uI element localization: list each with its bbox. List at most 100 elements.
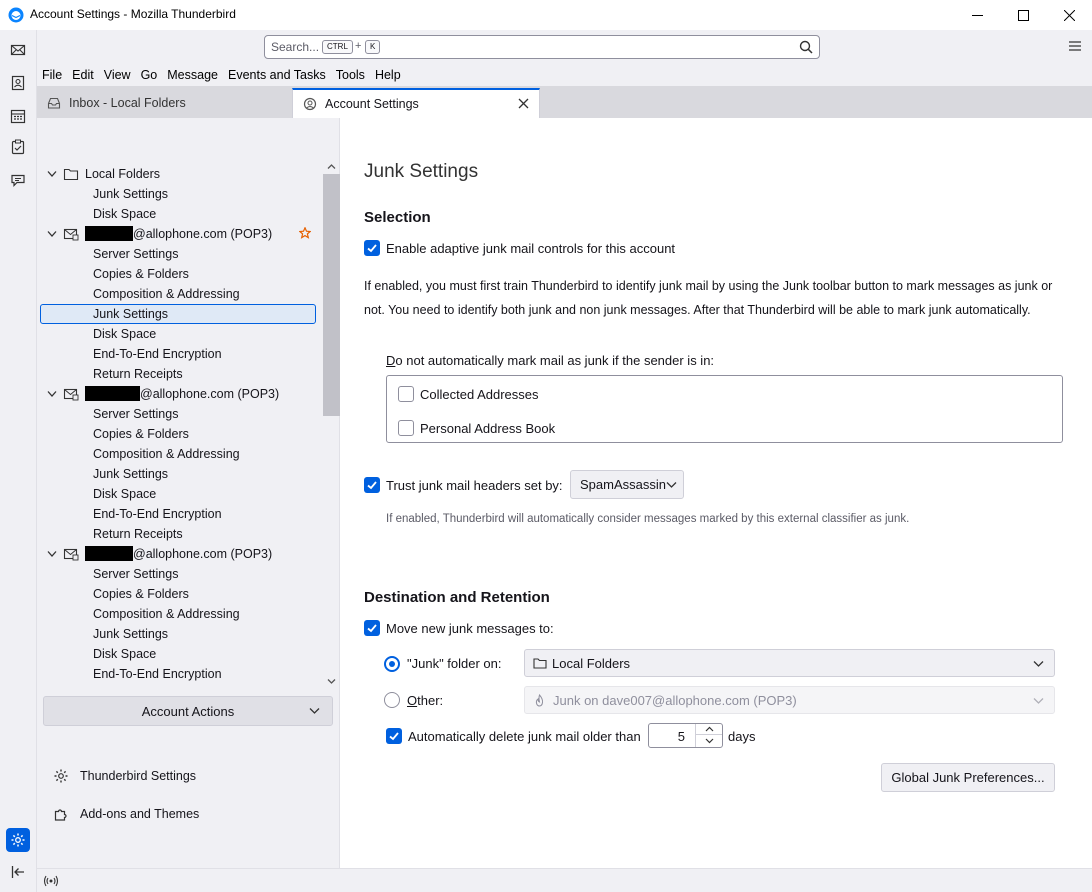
tree-item-copies-folders[interactable]: Copies & Folders [37,264,323,284]
auto-delete-days-input[interactable]: 5 [648,723,723,748]
tree-item-copies-folders[interactable]: Copies & Folders [37,584,323,604]
tree-item-disk-space[interactable]: Disk Space [37,644,323,664]
tree-item-label: Junk Settings [93,627,169,641]
global-junk-preferences-button[interactable]: Global Junk Preferences... [881,763,1055,792]
collected-addresses-label[interactable]: Collected Addresses [420,387,539,402]
personal-address-book-label[interactable]: Personal Address Book [420,421,555,436]
address-book-icon [11,75,25,91]
tree-item-junk-settings[interactable]: Junk Settings [37,624,323,644]
close-window-button[interactable] [1046,0,1092,30]
move-junk-label[interactable]: Move new junk messages to: [386,621,554,636]
tree-item-end-to-end-encryption[interactable]: End-To-End Encryption [37,504,323,524]
other-folder-label[interactable]: Other: [407,693,443,708]
whitelist-label-text: o not automatically mark mail as junk if… [395,353,715,368]
junk-folder-label[interactable]: "Junk" folder on: [407,656,502,671]
collapse-spaces-button[interactable] [6,860,30,884]
other-folder-value: Junk on dave007@allophone.com (POP3) [553,692,797,708]
tree-account-3[interactable]: @allophone.com (POP3) [37,544,323,564]
tree-item-end-to-end-encryption[interactable]: End-To-End Encryption [37,664,323,684]
menu-message[interactable]: Message [167,64,218,86]
unified-toolbar: Search... CTRL + K [37,30,1092,64]
trust-headers-checkbox[interactable] [364,477,380,493]
settings-space-button[interactable] [6,828,30,852]
tree-item-disk-space[interactable]: Disk Space [37,204,323,224]
menu-file[interactable]: File [42,64,62,86]
addons-link[interactable]: Add-ons and Themes [53,804,199,824]
tree-item-end-to-end-encryption[interactable]: End-To-End Encryption [37,344,323,364]
tree-item-junk-settings[interactable]: Junk Settings [40,304,316,324]
address-book-space-button[interactable] [6,71,30,95]
tasks-space-button[interactable] [6,135,30,159]
calendar-space-button[interactable] [6,104,30,128]
tab-account-settings[interactable]: Account Settings [292,88,540,118]
menu-events-and-tasks[interactable]: Events and Tasks [228,64,326,86]
status-bar [37,868,1092,892]
chat-space-button[interactable] [6,168,30,192]
tree-item-label: Return Receipts [93,527,183,541]
collected-addresses-checkbox[interactable] [398,386,414,402]
tree-account-local-folders[interactable]: Local Folders [37,164,323,184]
twisty-expanded-icon[interactable] [47,230,57,238]
other-folder-radio[interactable] [384,692,400,708]
tree-item-disk-space[interactable]: Disk Space [37,484,323,504]
scrollbar-thumb[interactable] [323,174,340,416]
twisty-expanded-icon[interactable] [47,170,57,178]
account-actions-button[interactable]: Account Actions [43,696,333,726]
addons-label: Add-ons and Themes [80,807,200,821]
tree-item-copies-folders[interactable]: Copies & Folders [37,424,323,444]
menu-view[interactable]: View [104,64,131,86]
search-icon[interactable] [799,40,813,54]
minimize-button[interactable] [954,0,1000,30]
auto-delete-label[interactable]: Automatically delete junk mail older tha… [408,729,641,744]
enable-adaptive-label[interactable]: Enable adaptive junk mail controls for t… [386,241,675,256]
twisty-expanded-icon[interactable] [47,550,57,558]
mail-account-icon [63,228,79,241]
junk-folder-radio[interactable] [384,656,400,672]
tree-item-server-settings[interactable]: Server Settings [37,244,323,264]
online-status-icon[interactable] [43,874,59,888]
mail-space-button[interactable] [6,38,30,62]
tree-item-disk-space[interactable]: Disk Space [37,324,323,344]
thunderbird-settings-link[interactable]: Thunderbird Settings [53,766,196,786]
move-junk-checkbox[interactable] [364,620,380,636]
trust-headers-label[interactable]: Trust junk mail headers set by: [386,478,563,493]
tree-item-composition-addressing[interactable]: Composition & Addressing [37,284,323,304]
tree-item-junk-settings[interactable]: Junk Settings [37,464,323,484]
other-folder-select[interactable]: Junk on dave007@allophone.com (POP3) [524,686,1055,714]
tree-item-composition-addressing[interactable]: Composition & Addressing [37,444,323,464]
decrement-button[interactable] [696,735,722,746]
hamburger-menu-icon[interactable] [1068,39,1082,53]
enable-adaptive-checkbox[interactable] [364,240,380,256]
tree-item-return-receipts[interactable]: Return Receipts [37,364,323,384]
tree-item-label: Junk Settings [93,187,169,201]
menu-tools[interactable]: Tools [336,64,365,86]
scroll-up-icon[interactable] [327,162,336,171]
address-book-list: Collected Addresses Personal Address Boo… [386,375,1063,443]
twisty-expanded-icon[interactable] [47,390,57,398]
junk-folder-select[interactable]: Local Folders [524,649,1055,677]
tree-account-2[interactable]: @allophone.com (POP3) [37,384,323,404]
tree-item-server-settings[interactable]: Server Settings [37,564,323,584]
tree-account-1[interactable]: @allophone.com (POP3) [37,224,323,244]
scroll-down-icon[interactable] [327,677,336,686]
tree-item-server-settings[interactable]: Server Settings [37,404,323,424]
increment-button[interactable] [696,724,722,735]
tree-item-return-receipts[interactable]: Return Receipts [37,524,323,544]
tree-item-label: Disk Space [93,487,157,501]
chevron-down-icon [666,482,677,488]
account-tree-pane: Local Folders Junk Settings Disk Space @all… [37,118,340,868]
tree-item-return-receipts[interactable]: Return Receipts [37,684,323,688]
account-tree-scrollbar[interactable] [323,160,340,688]
close-tab-icon[interactable] [518,98,529,109]
tree-item-composition-addressing[interactable]: Composition & Addressing [37,604,323,624]
maximize-button[interactable] [1000,0,1046,30]
auto-delete-checkbox[interactable] [386,728,402,744]
personal-address-book-checkbox[interactable] [398,420,414,436]
global-search-input[interactable]: Search... CTRL + K [264,35,820,59]
menu-help[interactable]: Help [375,64,401,86]
menu-go[interactable]: Go [141,64,158,86]
menu-edit[interactable]: Edit [72,64,94,86]
trust-classifier-select[interactable]: SpamAssassin [570,470,684,499]
tab-inbox[interactable]: Inbox - Local Folders [47,88,287,118]
tree-item-junk-settings[interactable]: Junk Settings [37,184,323,204]
